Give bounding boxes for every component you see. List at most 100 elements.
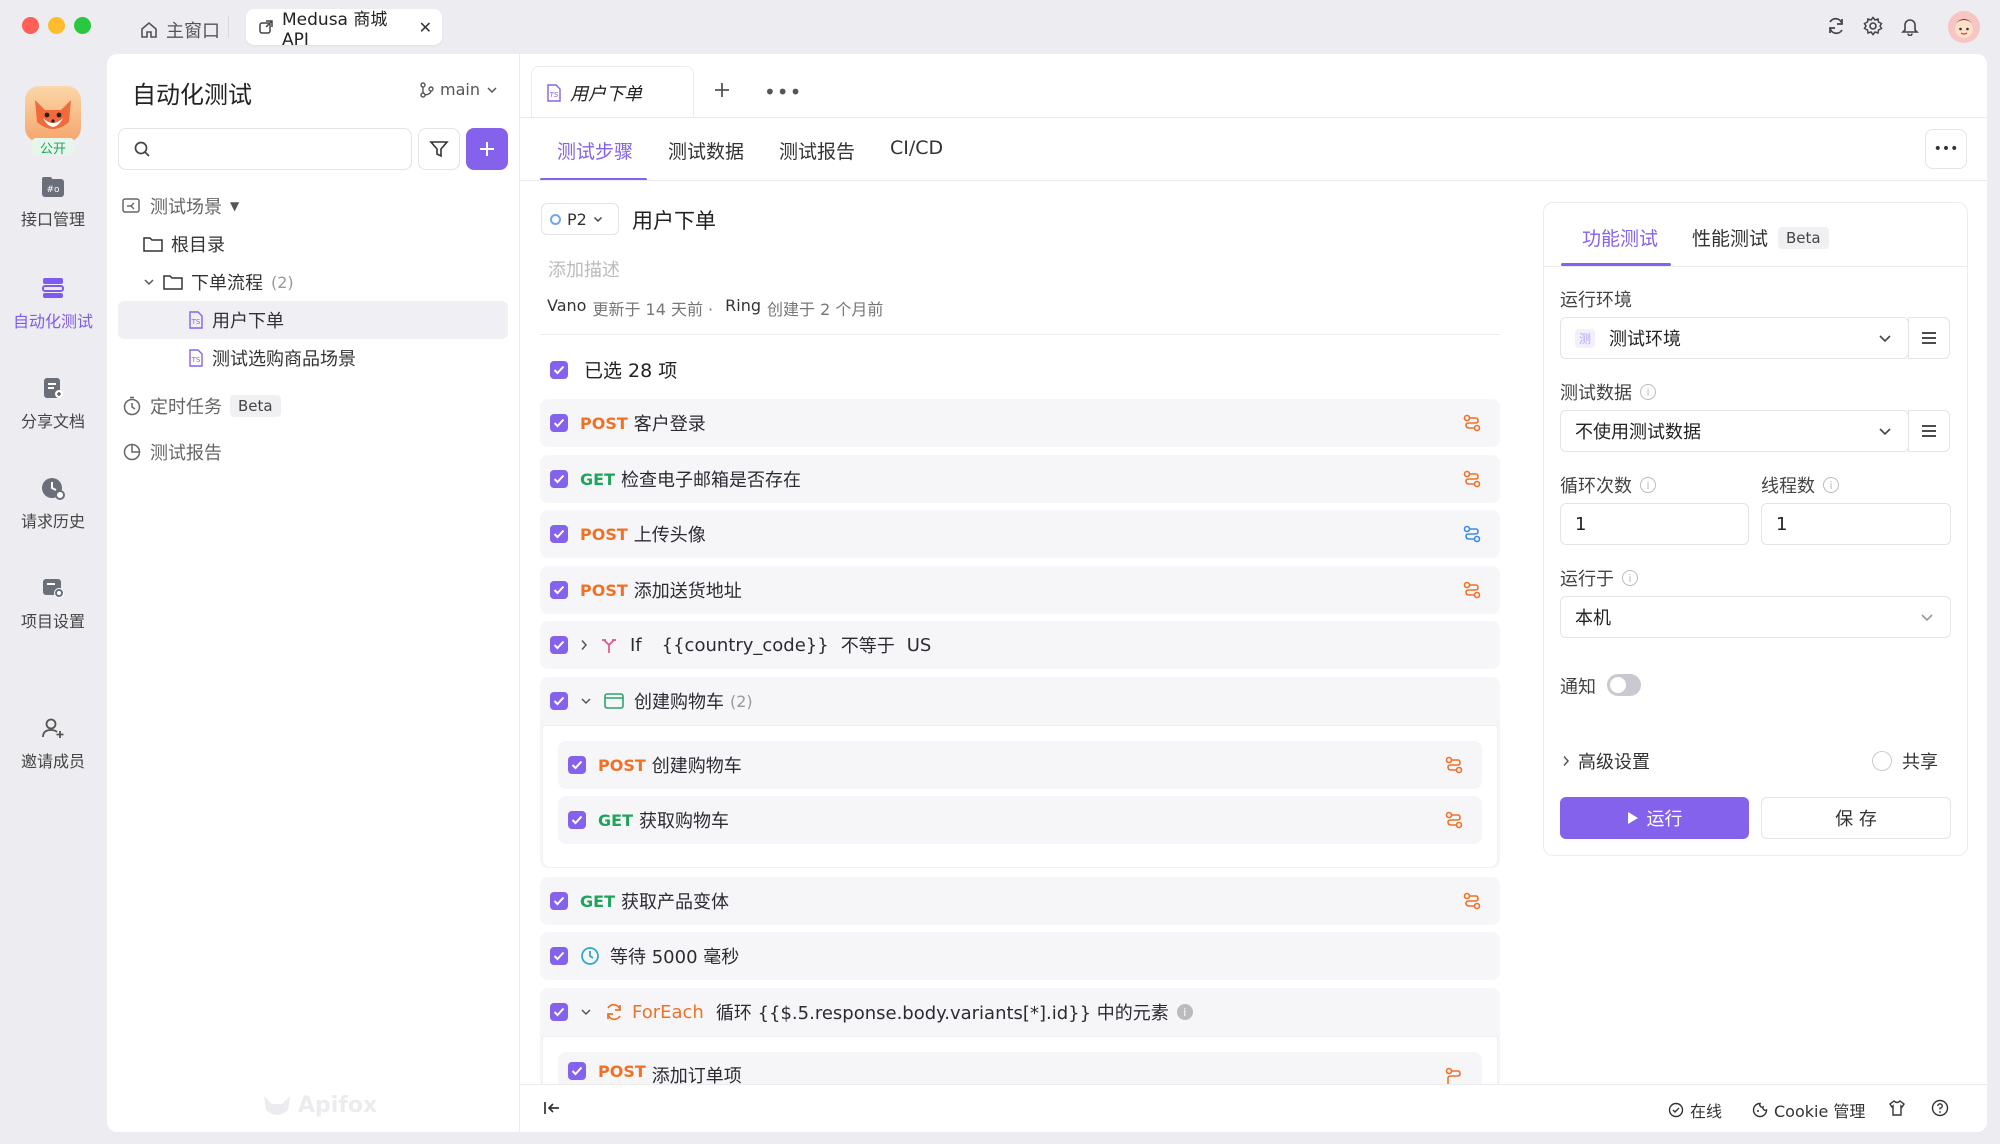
avatar[interactable]	[1948, 11, 1980, 43]
subtab-steps[interactable]: 测试步骤	[557, 137, 633, 164]
step-row[interactable]: POST 添加送货地址	[540, 566, 1500, 614]
shirt-icon[interactable]	[1888, 1099, 1906, 1117]
rail-item-settings[interactable]: 项目设置	[0, 576, 106, 632]
subtab-data[interactable]: 测试数据	[668, 137, 744, 164]
more-actions-button[interactable]: •••	[1925, 129, 1967, 169]
info-icon[interactable]: i	[1640, 384, 1656, 400]
branch-selector[interactable]: main	[420, 80, 498, 99]
checkbox-checked-icon[interactable]	[550, 581, 568, 599]
advanced-settings[interactable]: 高级设置	[1562, 748, 1650, 774]
api-link-icon[interactable]	[1462, 580, 1482, 600]
priority-select[interactable]: P2	[541, 203, 619, 235]
run-button[interactable]: 运行	[1560, 797, 1749, 839]
thread-count-input[interactable]: 1	[1761, 503, 1951, 545]
tree-scenes[interactable]: 测试场景 ▼	[122, 193, 239, 219]
tab-project[interactable]: Medusa 商城 API ✕	[246, 9, 442, 50]
env-select[interactable]: 测 测试环境	[1560, 317, 1909, 359]
step-row[interactable]: POST 上传头像	[540, 510, 1500, 558]
run-on-select[interactable]: 本机	[1560, 596, 1951, 638]
checkbox-checked-icon[interactable]	[550, 892, 568, 910]
env-manage-button[interactable]	[1908, 317, 1950, 359]
refresh-icon[interactable]	[1826, 16, 1846, 36]
doc-tab[interactable]: TS 用户下单	[531, 66, 694, 118]
help-icon[interactable]	[1931, 1099, 1949, 1117]
tab-home[interactable]: 主窗口	[140, 14, 220, 46]
checkbox-checked-icon[interactable]	[568, 1062, 586, 1080]
more-tabs-icon[interactable]: •••	[764, 80, 802, 104]
checkbox-checked-icon[interactable]	[550, 636, 568, 654]
checkbox-checked-icon[interactable]	[550, 414, 568, 432]
checkbox-checked-icon[interactable]	[550, 1003, 568, 1021]
chevron-down-icon[interactable]	[580, 697, 592, 705]
step-row[interactable]: POST 客户登录	[540, 399, 1500, 447]
info-icon[interactable]: i	[1823, 477, 1839, 493]
checkbox-checked-icon[interactable]	[568, 811, 586, 829]
api-link-icon[interactable]	[1444, 810, 1464, 830]
api-link-icon[interactable]	[1462, 469, 1482, 489]
tree-scheduled[interactable]: 定时任务 Beta	[122, 393, 281, 419]
maximize-window-button[interactable]	[74, 17, 91, 34]
scenario-title[interactable]: 用户下单	[632, 205, 716, 235]
rail-item-invite[interactable]: 邀请成员	[0, 716, 106, 772]
if-step-row[interactable]: If {{country_code}} 不等于 US	[540, 621, 1500, 669]
gear-icon[interactable]	[1863, 16, 1883, 36]
rail-item-docs[interactable]: 分享文档	[0, 376, 106, 432]
save-button[interactable]: 保 存	[1761, 797, 1951, 839]
api-link-icon[interactable]	[1444, 755, 1464, 775]
step-row[interactable]: POST 创建购物车	[558, 741, 1482, 789]
tree-item-order[interactable]: TS 用户下单	[188, 307, 284, 333]
project-logo[interactable]	[25, 86, 81, 142]
tree-root[interactable]: 根目录	[143, 231, 225, 257]
api-link-icon[interactable]	[1444, 1066, 1464, 1084]
group-step-header[interactable]: 创建购物车 (2)	[550, 677, 753, 725]
checkbox-checked-icon[interactable]	[550, 470, 568, 488]
step-row[interactable]: GET 获取购物车	[558, 796, 1482, 844]
info-icon[interactable]: i	[1640, 477, 1656, 493]
loop-count-input[interactable]: 1	[1560, 503, 1749, 545]
close-tab-icon[interactable]: ✕	[419, 18, 432, 37]
add-button[interactable]	[466, 128, 508, 170]
chevron-right-icon[interactable]	[580, 639, 588, 651]
test-data-select[interactable]: 不使用测试数据	[1560, 410, 1909, 452]
tree-reports[interactable]: 测试报告	[122, 439, 222, 465]
share-checkbox[interactable]: 共享	[1872, 748, 1938, 774]
notify-toggle[interactable]	[1607, 674, 1641, 696]
step-row[interactable]: POST 添加订单项	[558, 1052, 1482, 1087]
subtab-cicd[interactable]: CI/CD	[890, 137, 943, 159]
foreach-step-header[interactable]: ForEach 循环 {{$.5.response.body.variants[…	[550, 988, 1193, 1036]
checkbox-unchecked-icon[interactable]	[1872, 751, 1892, 771]
checkbox-checked-icon[interactable]	[550, 692, 568, 710]
test-data-manage-button[interactable]	[1908, 410, 1950, 452]
checkbox-checked-icon[interactable]	[568, 756, 586, 774]
checkbox-checked-icon[interactable]	[550, 947, 568, 965]
select-all-row[interactable]: 已选 28 项	[550, 356, 677, 383]
checkbox-checked-icon[interactable]	[550, 525, 568, 543]
online-status[interactable]: 在线	[1668, 1098, 1722, 1122]
collapse-sidebar-icon[interactable]	[543, 1100, 561, 1116]
api-link-icon[interactable]	[1462, 524, 1482, 544]
subtab-reports[interactable]: 测试报告	[779, 137, 855, 164]
tree-item-shopping[interactable]: TS 测试选购商品场景	[188, 345, 356, 371]
description-input[interactable]: 添加描述	[548, 256, 620, 282]
filter-button[interactable]	[418, 128, 460, 170]
minimize-window-button[interactable]	[48, 17, 65, 34]
rail-item-history[interactable]: 请求历史	[0, 476, 106, 532]
info-icon[interactable]: i	[1622, 570, 1638, 586]
rail-item-api[interactable]: #o 接口管理	[0, 176, 106, 230]
new-tab-icon[interactable]	[712, 80, 732, 100]
tree-folder[interactable]: 下单流程 (2)	[143, 269, 294, 295]
api-link-icon[interactable]	[1462, 413, 1482, 433]
step-row[interactable]: GET 检查电子邮箱是否存在	[540, 455, 1500, 503]
checkbox-checked-icon[interactable]	[550, 360, 568, 379]
api-link-icon[interactable]	[1462, 891, 1482, 911]
tab-functional-test[interactable]: 功能测试	[1582, 224, 1658, 251]
cookie-manager[interactable]: Cookie 管理	[1752, 1098, 1865, 1122]
step-row[interactable]: GET 获取产品变体	[540, 877, 1500, 925]
search-input[interactable]	[118, 128, 412, 170]
chevron-down-icon[interactable]	[580, 1008, 592, 1016]
wait-step-row[interactable]: 等待 5000 毫秒	[540, 932, 1500, 980]
tab-performance-test[interactable]: 性能测试 Beta	[1692, 224, 1829, 251]
info-icon[interactable]: i	[1176, 1004, 1193, 1020]
rail-item-automation[interactable]: 自动化测试	[0, 276, 106, 332]
close-window-button[interactable]	[22, 17, 39, 34]
